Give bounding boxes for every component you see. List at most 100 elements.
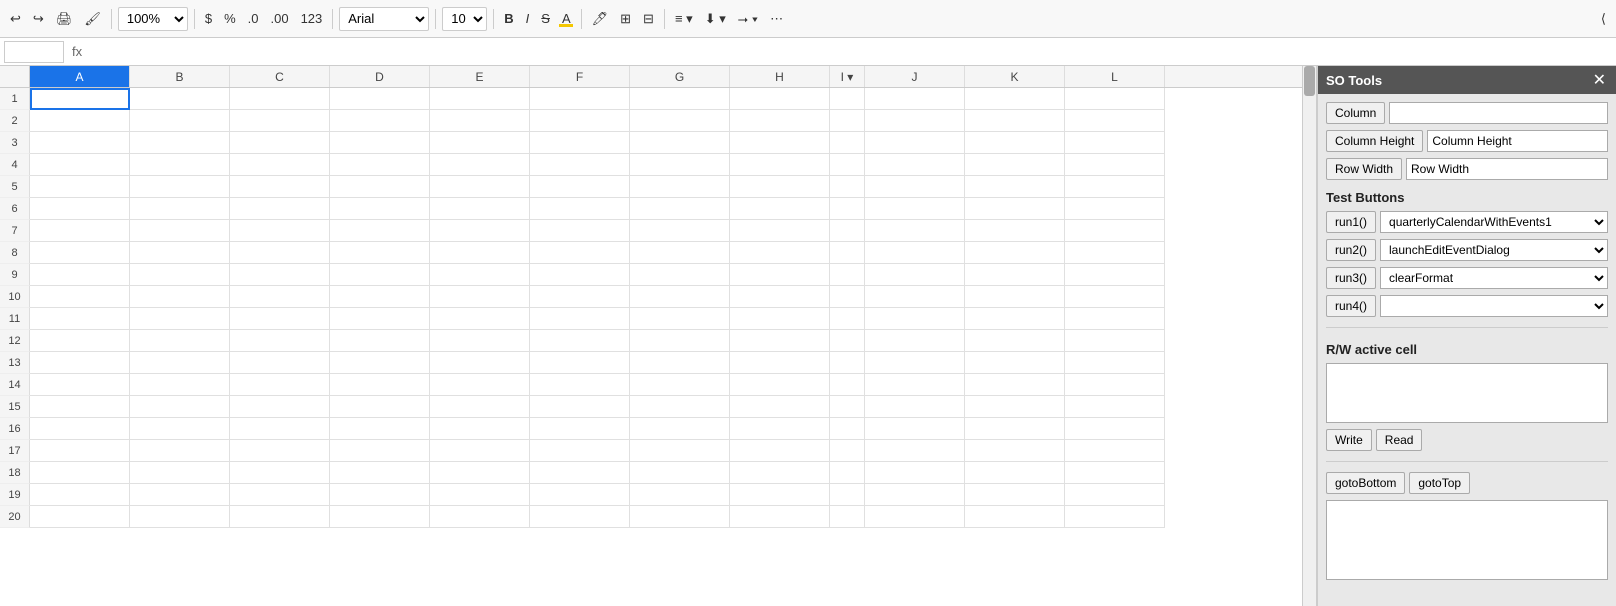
cell[interactable] [730, 176, 830, 198]
cell[interactable] [865, 440, 965, 462]
cell[interactable] [1065, 440, 1165, 462]
run3-button[interactable]: run3() [1326, 267, 1376, 289]
cell[interactable] [830, 440, 865, 462]
cell[interactable] [865, 88, 965, 110]
cell[interactable] [965, 176, 1065, 198]
cell[interactable] [830, 264, 865, 286]
cell[interactable] [630, 132, 730, 154]
cell[interactable] [865, 330, 965, 352]
vertical-scrollbar[interactable] [1302, 66, 1316, 606]
cell[interactable] [965, 374, 1065, 396]
col-header-i[interactable]: I ▾ [830, 66, 865, 87]
cell[interactable] [865, 264, 965, 286]
cell[interactable] [130, 374, 230, 396]
cell[interactable] [630, 308, 730, 330]
cell[interactable] [865, 506, 965, 528]
col-header-a[interactable]: A [30, 66, 130, 87]
cell[interactable] [30, 220, 130, 242]
cell[interactable] [730, 154, 830, 176]
cell[interactable] [530, 286, 630, 308]
merge-button[interactable]: ⊟ [639, 9, 658, 29]
cell[interactable] [30, 308, 130, 330]
cell[interactable] [830, 330, 865, 352]
row-number[interactable]: 17 [0, 440, 30, 462]
row-number[interactable]: 16 [0, 418, 30, 440]
cell[interactable] [330, 220, 430, 242]
cell[interactable] [130, 484, 230, 506]
cell[interactable] [30, 506, 130, 528]
cell[interactable] [730, 440, 830, 462]
cell[interactable] [430, 462, 530, 484]
cell[interactable] [865, 484, 965, 506]
cell[interactable] [730, 330, 830, 352]
cell[interactable] [965, 154, 1065, 176]
cell[interactable] [530, 154, 630, 176]
more-options-button[interactable]: ⋯ [766, 9, 787, 29]
cell[interactable] [965, 220, 1065, 242]
cell[interactable] [630, 418, 730, 440]
cell[interactable] [730, 220, 830, 242]
cell[interactable] [1065, 462, 1165, 484]
row-number[interactable]: 7 [0, 220, 30, 242]
cell[interactable] [330, 484, 430, 506]
cell[interactable] [865, 220, 965, 242]
cell[interactable] [730, 110, 830, 132]
cell[interactable] [30, 484, 130, 506]
cell[interactable] [630, 462, 730, 484]
cell[interactable] [530, 220, 630, 242]
column-input[interactable] [1389, 102, 1608, 124]
cell[interactable] [430, 374, 530, 396]
row-number[interactable]: 18 [0, 462, 30, 484]
cell[interactable] [630, 242, 730, 264]
cell[interactable] [330, 286, 430, 308]
col-header-j[interactable]: J [865, 66, 965, 87]
panel-close-button[interactable]: ✕ [1591, 70, 1608, 90]
cell[interactable] [130, 462, 230, 484]
cell[interactable] [430, 484, 530, 506]
cell[interactable] [630, 352, 730, 374]
cell[interactable] [1065, 110, 1165, 132]
cell[interactable] [830, 308, 865, 330]
cell[interactable] [130, 418, 230, 440]
cell[interactable] [230, 506, 330, 528]
cell[interactable] [730, 506, 830, 528]
percent-button[interactable]: % [220, 9, 240, 28]
cell[interactable] [530, 242, 630, 264]
cell[interactable] [130, 440, 230, 462]
run3-select[interactable]: clearFormat clearFormat2 [1380, 267, 1608, 289]
cell[interactable] [830, 286, 865, 308]
cell[interactable] [130, 286, 230, 308]
cell[interactable] [530, 506, 630, 528]
cell[interactable] [1065, 264, 1165, 286]
cell[interactable] [630, 330, 730, 352]
cell[interactable] [965, 352, 1065, 374]
run4-select[interactable] [1380, 295, 1608, 317]
cell[interactable] [730, 242, 830, 264]
cell[interactable] [865, 352, 965, 374]
redo-button[interactable]: ↪ [29, 9, 48, 29]
cell[interactable] [130, 88, 230, 110]
cell[interactable] [965, 308, 1065, 330]
cell[interactable] [630, 220, 730, 242]
cell[interactable] [830, 132, 865, 154]
cell[interactable] [830, 242, 865, 264]
cell[interactable] [430, 264, 530, 286]
row-number[interactable]: 6 [0, 198, 30, 220]
collapse-panel-button[interactable]: ⟨ [1597, 9, 1610, 29]
cell[interactable] [30, 352, 130, 374]
cell[interactable] [830, 154, 865, 176]
cell[interactable] [965, 462, 1065, 484]
cell[interactable] [30, 462, 130, 484]
cell[interactable] [730, 132, 830, 154]
cell[interactable] [1065, 506, 1165, 528]
col-header-k[interactable]: K [965, 66, 1065, 87]
col-header-e[interactable]: E [430, 66, 530, 87]
cell[interactable] [230, 132, 330, 154]
row-number[interactable]: 8 [0, 242, 30, 264]
cell[interactable] [30, 264, 130, 286]
cell[interactable] [730, 308, 830, 330]
cell[interactable] [230, 308, 330, 330]
cell[interactable] [1065, 88, 1165, 110]
cell[interactable] [430, 352, 530, 374]
cell[interactable] [730, 396, 830, 418]
